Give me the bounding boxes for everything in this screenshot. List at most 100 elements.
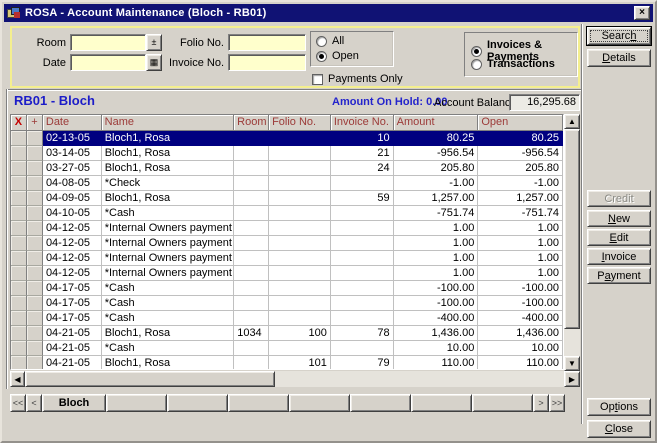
cell-plus: [27, 266, 43, 281]
table-row[interactable]: 04-12-05*Internal Owners payment code1.0…: [11, 221, 563, 236]
payment-button[interactable]: Payment: [587, 267, 651, 284]
table-row[interactable]: 02-13-05Bloch1, Rosa1080.2580.25: [11, 131, 563, 146]
cell-amount: 110.00: [394, 356, 479, 370]
cell-invoice: 78: [331, 326, 394, 341]
search-button[interactable]: Search: [587, 27, 651, 45]
cell-date: 04-12-05: [43, 251, 102, 266]
close-button[interactable]: Close: [587, 420, 651, 438]
cell-invoice: 10: [331, 131, 394, 146]
tab-prev-button[interactable]: <: [26, 394, 42, 412]
invoice-no-input[interactable]: [228, 54, 306, 71]
cell-plus: [27, 251, 43, 266]
tab-strip-empty: [106, 394, 533, 412]
room-dropdown-icon[interactable]: ±: [146, 34, 162, 51]
vertical-scrollbar-thumb[interactable]: [564, 129, 580, 329]
tab-empty[interactable]: [106, 394, 167, 412]
cell-invoice: [331, 251, 394, 266]
radio-open-icon[interactable]: [316, 51, 327, 62]
cell-name: *Cash: [102, 206, 234, 221]
tab-empty[interactable]: [167, 394, 228, 412]
tab-first-button[interactable]: <<: [10, 394, 26, 412]
cell-invoice: 59: [331, 191, 394, 206]
table-row[interactable]: 04-12-05*Internal Owners payment code1.0…: [11, 266, 563, 281]
table-row[interactable]: 04-12-05*Internal Owners payment code1.0…: [11, 251, 563, 266]
table-row[interactable]: 04-17-05*Cash-100.00-100.00: [11, 281, 563, 296]
table-row[interactable]: 04-21-05Bloch1, Rosa1034100781,436.001,4…: [11, 326, 563, 341]
radio-all-icon[interactable]: [316, 36, 327, 47]
cell-plus: [27, 296, 43, 311]
scroll-left-icon[interactable]: ◀: [10, 371, 25, 387]
invoice-button[interactable]: Invoice: [587, 248, 651, 265]
vertical-scrollbar[interactable]: ▲ ▼: [564, 114, 580, 371]
cell-x: [11, 266, 27, 281]
table-row[interactable]: 03-27-05Bloch1, Rosa24205.80205.80: [11, 161, 563, 176]
divider: [6, 89, 8, 389]
table-row[interactable]: 04-21-05*Cash10.0010.00: [11, 341, 563, 356]
edit-button[interactable]: Edit: [587, 229, 651, 246]
radio-invoices-payments-icon[interactable]: [471, 46, 482, 57]
scroll-down-icon[interactable]: ▼: [564, 356, 580, 371]
horizontal-scrollbar-thumb[interactable]: [25, 371, 275, 387]
payments-only-checkbox-row[interactable]: Payments Only: [312, 73, 403, 85]
cell-folio: [269, 251, 331, 266]
table-row[interactable]: 04-21-05Bloch1, Rosa10179110.00110.00: [11, 356, 563, 370]
cell-open: -956.54: [478, 146, 563, 161]
scroll-right-icon[interactable]: ▶: [564, 371, 580, 387]
column-header-amount[interactable]: Amount: [394, 115, 479, 131]
column-header-room[interactable]: Room: [234, 115, 269, 131]
column-header-invoice[interactable]: Invoice No.: [331, 115, 394, 131]
table-row[interactable]: 04-09-05Bloch1, Rosa591,257.001,257.00: [11, 191, 563, 206]
payments-only-checkbox[interactable]: [312, 74, 323, 85]
cell-open: -100.00: [478, 296, 563, 311]
titlebar: ROSA - Account Maintenance (Bloch - RB01…: [4, 4, 653, 22]
date-input[interactable]: [70, 54, 146, 71]
horizontal-scrollbar[interactable]: ◀: [10, 371, 564, 387]
cell-open: -400.00: [478, 311, 563, 326]
folio-input[interactable]: [228, 34, 306, 51]
column-header-folio[interactable]: Folio No.: [269, 115, 331, 131]
amount-on-hold: Amount On Hold: 0.00: [332, 96, 448, 108]
cell-folio: [269, 266, 331, 281]
tab-last-button[interactable]: >>: [549, 394, 565, 412]
scroll-up-icon[interactable]: ▲: [564, 114, 580, 129]
table-row[interactable]: 03-14-05Bloch1, Rosa21-956.54-956.54: [11, 146, 563, 161]
new-button[interactable]: New: [587, 210, 651, 227]
radio-transactions[interactable]: Transactions: [471, 58, 555, 70]
radio-transactions-label: Transactions: [487, 58, 555, 70]
column-header-date[interactable]: Date: [43, 115, 102, 131]
tab-empty[interactable]: [228, 394, 289, 412]
tab-next-button[interactable]: >: [533, 394, 549, 412]
cell-open: 205.80: [478, 161, 563, 176]
column-header-open[interactable]: Open: [478, 115, 563, 131]
cell-plus: [27, 176, 43, 191]
column-header-plus[interactable]: +: [27, 115, 43, 131]
cell-name: *Internal Owners payment code: [102, 266, 234, 281]
details-button[interactable]: Details: [587, 49, 651, 67]
date-calendar-icon[interactable]: ▦: [146, 54, 162, 71]
cell-amount: 1.00: [394, 266, 479, 281]
table-row[interactable]: 04-17-05*Cash-400.00-400.00: [11, 311, 563, 326]
table-row[interactable]: 04-08-05*Check-1.00-1.00: [11, 176, 563, 191]
column-header-x[interactable]: X: [11, 115, 27, 131]
cell-x: [11, 341, 27, 356]
cell-invoice: [331, 266, 394, 281]
radio-open[interactable]: Open: [316, 50, 359, 62]
table-row[interactable]: 04-12-05*Internal Owners payment code1.0…: [11, 236, 563, 251]
tab-empty[interactable]: [472, 394, 533, 412]
radio-all[interactable]: All: [316, 35, 344, 47]
tab-bloch[interactable]: Bloch: [42, 394, 106, 412]
tab-empty[interactable]: [411, 394, 472, 412]
table-row[interactable]: 04-10-05*Cash-751.74-751.74: [11, 206, 563, 221]
radio-transactions-icon[interactable]: [471, 59, 482, 70]
room-input[interactable]: [70, 34, 146, 51]
options-button[interactable]: Options: [587, 398, 651, 416]
column-header-name[interactable]: Name: [102, 115, 235, 131]
close-window-icon[interactable]: ×: [634, 6, 650, 20]
cell-amount: -100.00: [394, 281, 479, 296]
tab-empty[interactable]: [289, 394, 350, 412]
table-row[interactable]: 04-17-05*Cash-100.00-100.00: [11, 296, 563, 311]
cell-plus: [27, 131, 43, 146]
cell-amount: 80.25: [394, 131, 479, 146]
cell-name: Bloch1, Rosa: [102, 326, 234, 341]
tab-empty[interactable]: [350, 394, 411, 412]
